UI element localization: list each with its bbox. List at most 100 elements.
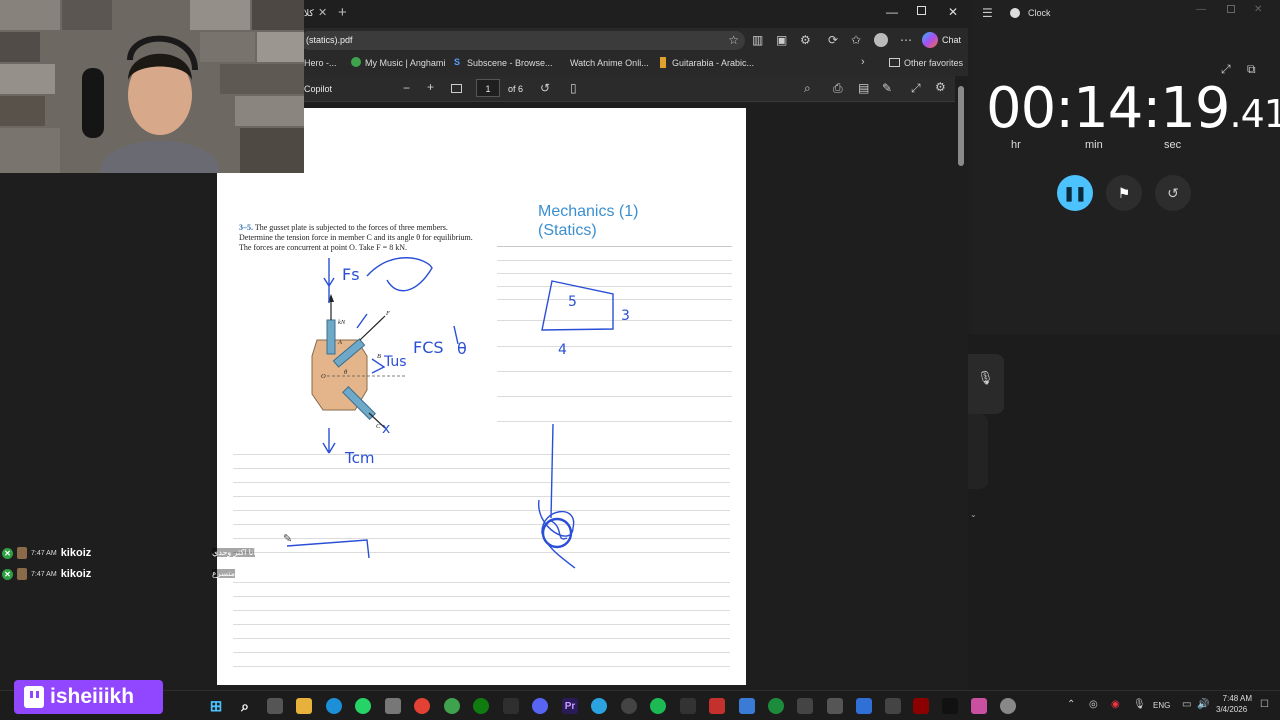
whatsapp-icon[interactable] bbox=[355, 698, 371, 714]
volume-icon[interactable]: 🔊 bbox=[1197, 699, 1209, 710]
taskbar-date[interactable]: 3/4/2026 bbox=[1216, 705, 1247, 714]
obs-icon[interactable] bbox=[621, 698, 637, 714]
pause-button[interactable]: ❚❚ bbox=[1057, 175, 1093, 211]
search-icon[interactable]: ⌕ bbox=[804, 82, 811, 94]
rotate-icon[interactable]: ↺ bbox=[540, 82, 550, 94]
bookmark-anime[interactable]: Watch Anime Onli... bbox=[570, 58, 649, 68]
bookmark-hero[interactable]: Hero -... bbox=[304, 58, 337, 68]
page-view-icon[interactable]: ▯ bbox=[570, 82, 577, 94]
print-icon[interactable]: ⎙ bbox=[833, 82, 843, 94]
tiktok-icon[interactable] bbox=[942, 698, 958, 714]
edge-icon[interactable] bbox=[326, 698, 342, 714]
minimize-icon[interactable]: — bbox=[886, 5, 898, 19]
xbox-icon[interactable] bbox=[473, 698, 489, 714]
app-icon[interactable] bbox=[827, 698, 843, 714]
expand-icon[interactable]: ⤢ bbox=[1221, 62, 1231, 77]
tray-app-icon[interactable]: ◉ bbox=[1111, 699, 1120, 710]
clock-maximize-icon[interactable] bbox=[1227, 5, 1235, 13]
collections-icon[interactable]: ▣ bbox=[776, 34, 787, 46]
settings-gear-icon[interactable]: ⚙ bbox=[935, 81, 946, 93]
flag-icon: ⚑ bbox=[1117, 184, 1131, 201]
app-icon[interactable] bbox=[385, 698, 401, 714]
zoom-out-icon[interactable]: − bbox=[403, 82, 410, 94]
bookmark-other-favorites[interactable]: Other favorites bbox=[904, 58, 963, 68]
scrollbar-thumb[interactable] bbox=[958, 86, 964, 166]
copilot-icon[interactable] bbox=[922, 32, 938, 48]
anghami-taskbar-icon[interactable] bbox=[444, 698, 460, 714]
bookmark-guitarabia[interactable]: Guitarabia - Arabic... bbox=[672, 58, 754, 68]
discord-icon[interactable] bbox=[532, 698, 548, 714]
language-indicator[interactable]: ENG bbox=[1153, 701, 1170, 710]
file-explorer-icon[interactable] bbox=[296, 698, 312, 714]
app-icon[interactable] bbox=[913, 698, 929, 714]
address-input[interactable]: (statics).pdf ☆ bbox=[300, 31, 745, 50]
network-icon[interactable]: ▭ bbox=[1182, 699, 1191, 710]
premiere-icon[interactable]: Pr bbox=[562, 698, 578, 714]
favorite-star-icon[interactable]: ☆ bbox=[728, 33, 739, 47]
profile-avatar[interactable] bbox=[874, 33, 888, 47]
tray-mic-icon[interactable]: 🎙 bbox=[1133, 699, 1146, 710]
telegram-icon[interactable] bbox=[591, 698, 607, 714]
fullscreen-icon[interactable]: ⤢ bbox=[911, 82, 921, 94]
label-kn: kN bbox=[338, 319, 346, 326]
task-view-icon[interactable] bbox=[267, 698, 283, 714]
lap-button[interactable]: ⚑ bbox=[1106, 175, 1142, 211]
app-icon[interactable] bbox=[768, 698, 784, 714]
time-minutes: 14 bbox=[1073, 76, 1143, 141]
maximize-icon[interactable] bbox=[917, 6, 926, 15]
label-f: F bbox=[385, 310, 391, 317]
new-tab-icon[interactable]: + bbox=[338, 4, 347, 21]
reader-icon[interactable]: ▥ bbox=[752, 34, 763, 46]
app-icon[interactable] bbox=[1000, 698, 1016, 714]
taskbar: ⊞ ⌕ Pr ⌃ ◎ ◉ 🎙 ENG ▭ 🔊 7:48 AM 3/4/2026 … bbox=[0, 690, 1280, 720]
taskbar-time[interactable]: 7:48 AM bbox=[1220, 694, 1252, 703]
tab-title[interactable]: كلا bbox=[304, 8, 314, 19]
microphone-icon[interactable]: 🎙 bbox=[977, 370, 994, 386]
start-icon[interactable]: ⊞ bbox=[208, 698, 224, 715]
more-icon[interactable]: ⋯ bbox=[900, 34, 912, 46]
app-icon[interactable] bbox=[709, 698, 725, 714]
hamburger-menu-icon[interactable]: ☰ bbox=[982, 6, 993, 20]
bookmark-anghami[interactable]: My Music | Anghami bbox=[365, 58, 445, 68]
tab-close-icon[interactable]: ✕ bbox=[318, 6, 327, 19]
app-icon[interactable] bbox=[797, 698, 813, 714]
stopwatch-time: 00:14:19.41 bbox=[986, 76, 1280, 141]
chevron-right-icon[interactable]: › bbox=[861, 56, 865, 68]
notepad-icon[interactable] bbox=[856, 698, 872, 714]
label-tcm: Tcm bbox=[344, 449, 374, 467]
zoom-in-icon[interactable]: + bbox=[427, 81, 434, 93]
chrome-icon[interactable] bbox=[414, 698, 430, 714]
anghami-icon bbox=[351, 57, 361, 67]
chevron-down-icon[interactable]: ⌄ bbox=[970, 510, 977, 519]
scrollbar[interactable] bbox=[955, 76, 968, 690]
app-icon[interactable] bbox=[739, 698, 755, 714]
app-icon[interactable] bbox=[971, 698, 987, 714]
app-icon[interactable] bbox=[885, 698, 901, 714]
page-number-input[interactable]: 1 bbox=[476, 79, 500, 97]
tray-app-icon[interactable]: ◎ bbox=[1089, 699, 1098, 710]
search-icon[interactable]: ⌕ bbox=[237, 698, 253, 714]
save-icon[interactable]: ▤ bbox=[858, 82, 869, 94]
save-as-icon[interactable]: ✎ bbox=[882, 82, 892, 94]
channel-name: isheiiikh bbox=[50, 685, 135, 708]
bookmark-subscene[interactable]: Subscene - Browse... bbox=[467, 58, 553, 68]
webcam-overlay bbox=[0, 0, 304, 173]
close-icon[interactable]: ✕ bbox=[948, 5, 958, 19]
fit-page-icon[interactable] bbox=[451, 84, 462, 93]
notification-icon[interactable]: ☐ bbox=[1260, 699, 1269, 710]
app-icon[interactable] bbox=[503, 698, 519, 714]
refresh-page-icon[interactable]: ⟳ bbox=[828, 34, 838, 46]
compact-overlay-icon[interactable]: ⧉ bbox=[1247, 62, 1256, 77]
chat-button[interactable]: Chat bbox=[942, 35, 961, 45]
tray-chevron-icon[interactable]: ⌃ bbox=[1067, 699, 1075, 710]
copilot-label[interactable]: Copilot bbox=[304, 84, 332, 94]
subscene-icon: S bbox=[454, 57, 461, 67]
time-hundredths: .41 bbox=[1229, 92, 1280, 136]
clock-close-icon[interactable]: ✕ bbox=[1254, 4, 1262, 15]
favorites-icon[interactable]: ✩ bbox=[851, 34, 861, 46]
extensions-icon[interactable]: ⚙ bbox=[800, 34, 811, 46]
reset-button[interactable]: ↺ bbox=[1155, 175, 1191, 211]
clock-minimize-icon[interactable]: — bbox=[1196, 4, 1206, 15]
spotify-icon[interactable] bbox=[650, 698, 666, 714]
app-icon[interactable] bbox=[680, 698, 696, 714]
